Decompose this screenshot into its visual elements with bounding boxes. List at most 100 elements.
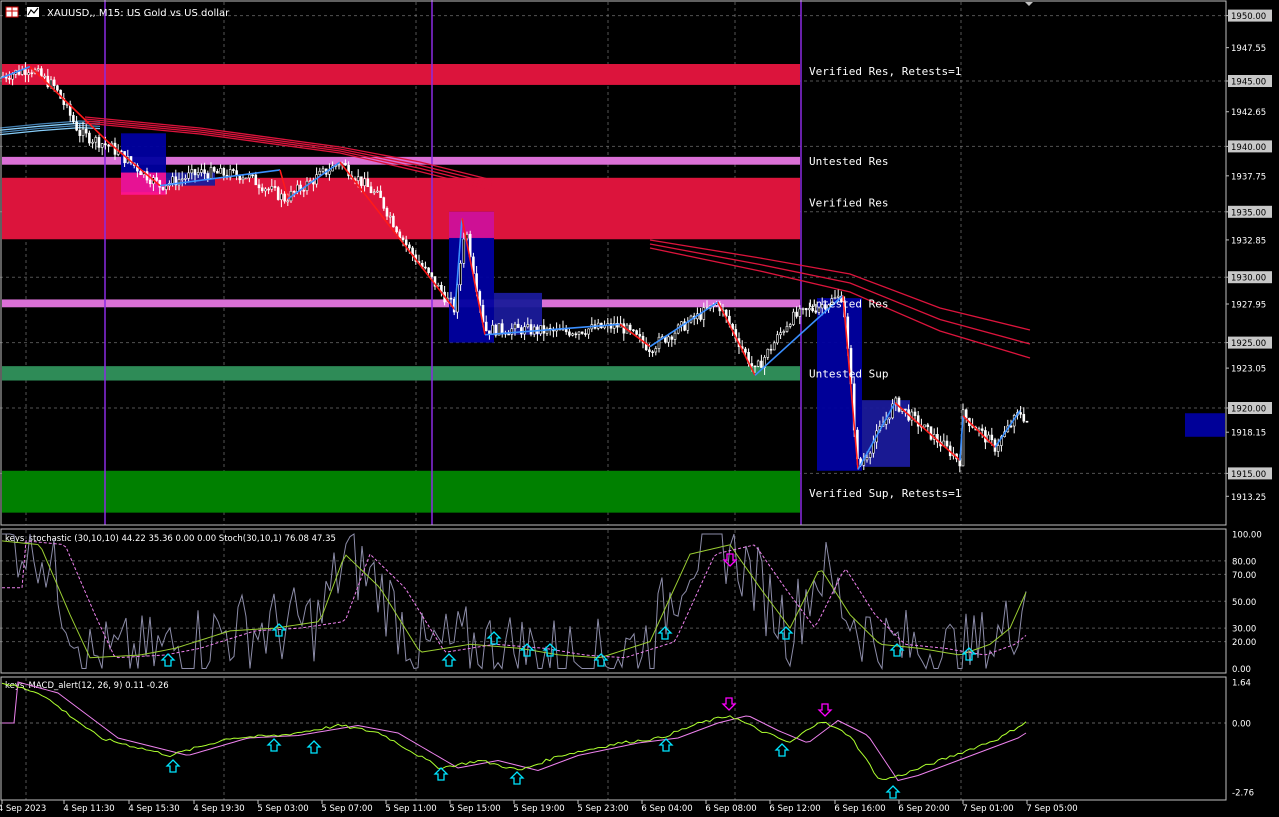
candle-body [270, 186, 274, 190]
candle-body [632, 329, 635, 332]
candle-body [865, 457, 869, 461]
macd-level-label: -2.76 [1232, 789, 1254, 799]
price-label: 1923.05 [1231, 365, 1266, 375]
candle-body [164, 185, 168, 190]
zone-4 [2, 366, 800, 381]
candle-body [78, 129, 82, 136]
candle-body [462, 238, 466, 264]
zone-label-5: Verified Sup, Retests=1 [809, 487, 961, 500]
candle-body [232, 169, 235, 171]
candle-body [488, 330, 491, 335]
price-label: 1925.00 [1231, 339, 1266, 349]
zone-label-1: Untested Res [809, 155, 888, 168]
candle-body [376, 190, 379, 193]
candle-body [75, 121, 78, 131]
candle-body [388, 215, 392, 218]
zone-label-0: Verified Res, Retests=1 [809, 65, 961, 78]
candle-body [379, 190, 382, 198]
candle-body [657, 336, 661, 349]
candle-body [801, 308, 805, 310]
candle-body [500, 323, 504, 334]
candle-body [926, 424, 930, 427]
stoch-level-label: 0.00 [1232, 665, 1251, 675]
candle-body [744, 348, 747, 353]
time-label: 7 Sep 01:00 [962, 804, 1013, 814]
candle-body [276, 187, 280, 200]
time-label: 6 Sep 20:00 [898, 804, 949, 814]
candle-body [868, 452, 872, 458]
candle-body [308, 180, 312, 182]
candle-body [785, 326, 789, 332]
price-label: 1950.00 [1231, 12, 1266, 22]
time-label: 4 Sep 2023 [0, 804, 46, 814]
candle-body [81, 128, 85, 136]
price-label: 1918.15 [1231, 429, 1266, 439]
price-label: 1913.25 [1231, 493, 1266, 503]
candle-body [216, 171, 219, 174]
candle-body [8, 77, 11, 80]
candle-body [11, 73, 14, 80]
price-label: 1915.00 [1231, 470, 1266, 480]
candle-body [180, 178, 184, 181]
candle-body [392, 215, 395, 228]
candle-body [430, 272, 434, 277]
candle-body [209, 167, 213, 179]
candle-body [513, 323, 517, 330]
candle-body [449, 297, 453, 300]
candle-body [264, 188, 267, 192]
candle-body [680, 321, 683, 326]
candle-body [155, 177, 158, 181]
candle-body [251, 174, 254, 177]
candle-body [369, 186, 373, 194]
price-label: 1927.95 [1231, 301, 1266, 311]
time-label: 5 Sep 15:00 [449, 804, 500, 814]
candle-body [296, 184, 299, 192]
candle-body [104, 143, 107, 146]
zone-label-3: Untested Res [809, 297, 888, 310]
candle-body [318, 170, 322, 175]
candle-body [635, 330, 638, 335]
candle-body [776, 334, 779, 344]
candle-body [321, 168, 325, 172]
chart-icon[interactable] [27, 7, 39, 17]
candle-body [171, 176, 174, 184]
stoch-level-label: 30.00 [1232, 625, 1256, 635]
candle-body [363, 178, 366, 186]
candle-body [580, 331, 584, 334]
price-label: 1930.00 [1231, 274, 1266, 284]
candle-body [756, 360, 760, 367]
trading-chart[interactable]: Verified Res, Retests=1 Untested Res Verif… [0, 0, 1279, 817]
candle-body [65, 103, 69, 106]
price-label: 1937.75 [1231, 172, 1266, 182]
price-label: 1942.65 [1231, 108, 1266, 118]
candle-body [904, 408, 907, 411]
candle-body [654, 348, 658, 353]
candle-body [427, 267, 430, 273]
table-icon[interactable] [5, 6, 19, 18]
candle-body [88, 132, 91, 144]
candle-body [161, 186, 165, 190]
candle-body [1025, 420, 1029, 423]
candle-body [792, 311, 795, 325]
time-label: 5 Sep 19:00 [513, 804, 564, 814]
candle-body [260, 187, 264, 192]
candle-body [814, 310, 818, 313]
candle-body [571, 333, 574, 336]
candle-body [248, 174, 251, 179]
candle-body [187, 172, 190, 179]
candle-body [673, 332, 677, 340]
macd-level-label: 0.00 [1232, 720, 1251, 730]
price-label: 1947.55 [1231, 44, 1266, 54]
candle-body [702, 307, 706, 320]
candle-body [30, 72, 34, 75]
time-label: 5 Sep 07:00 [321, 804, 372, 814]
candle-body [292, 191, 296, 193]
candle-body [804, 308, 808, 311]
candle-body [516, 323, 520, 328]
range-box-6 [1185, 413, 1225, 437]
zone-0 [2, 63, 800, 85]
candle-body [94, 137, 98, 143]
candle-body [670, 336, 674, 340]
candle-body [244, 177, 248, 180]
candle-body [507, 333, 510, 336]
